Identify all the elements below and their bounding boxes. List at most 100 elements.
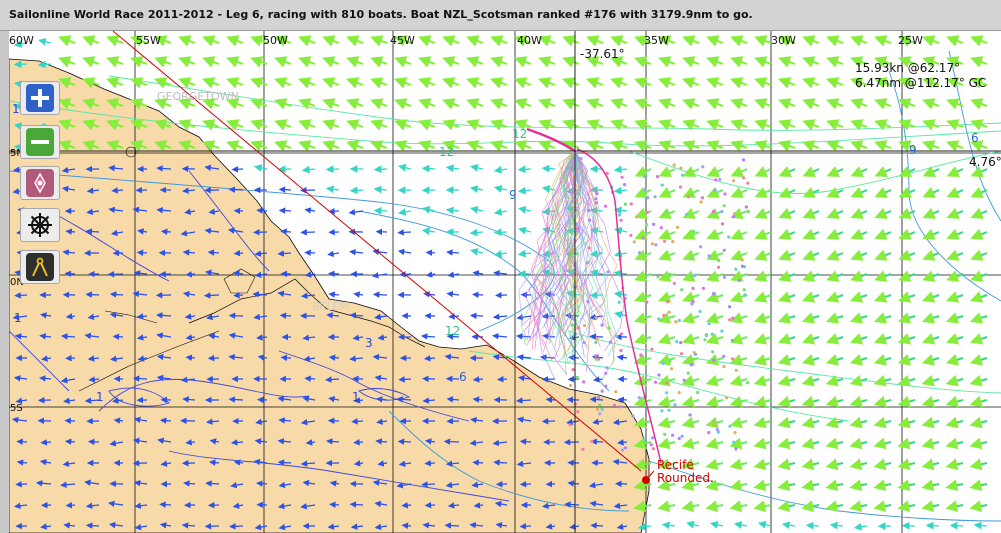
boat-position[interactable] (741, 158, 746, 162)
boat-position[interactable] (571, 323, 575, 327)
boat-position[interactable] (623, 446, 628, 450)
boat-position[interactable] (594, 197, 598, 201)
boat-position[interactable] (583, 323, 587, 328)
boat-position[interactable] (597, 396, 601, 400)
boat-position[interactable] (713, 188, 717, 192)
boat-position[interactable] (570, 253, 574, 257)
boat-position[interactable] (587, 246, 591, 250)
boat-position[interactable] (575, 227, 579, 231)
boat-position[interactable] (691, 193, 695, 197)
boat-position[interactable] (668, 272, 672, 276)
boat-position[interactable] (617, 213, 621, 217)
boat-position[interactable] (646, 196, 650, 200)
boat-position[interactable] (689, 274, 693, 278)
boat-position[interactable] (724, 396, 729, 400)
boat-position[interactable] (734, 368, 738, 372)
boat-position[interactable] (643, 188, 647, 192)
boat-position[interactable] (598, 403, 602, 407)
boat-position[interactable] (668, 359, 672, 363)
boat-position[interactable] (652, 222, 656, 226)
boat-position[interactable] (686, 371, 690, 375)
boat-position[interactable] (746, 181, 750, 185)
boat-position[interactable] (676, 225, 680, 229)
boat-position[interactable] (645, 210, 650, 214)
zoom-out-button[interactable] (20, 125, 60, 159)
boat-position[interactable] (594, 354, 598, 358)
boat-position[interactable] (728, 318, 732, 322)
boat-position[interactable] (742, 288, 746, 292)
boat-position[interactable] (744, 205, 749, 209)
boat-position[interactable] (645, 223, 649, 227)
boat-position[interactable] (720, 210, 724, 214)
boat-position[interactable] (717, 258, 721, 263)
boat-position[interactable] (699, 200, 703, 204)
boat-position[interactable] (722, 204, 726, 208)
boat-position[interactable] (707, 431, 711, 435)
boat-position[interactable] (696, 390, 700, 395)
boat-position[interactable] (645, 300, 649, 304)
zoom-in-button[interactable] (20, 81, 60, 115)
boat-position[interactable] (582, 380, 586, 384)
boat-position[interactable] (660, 183, 664, 187)
boat-position[interactable] (690, 256, 694, 261)
boat-position[interactable] (576, 410, 580, 414)
boat-position[interactable] (742, 176, 746, 180)
boat-position[interactable] (569, 383, 573, 388)
boat-position[interactable] (665, 391, 669, 395)
boat-position[interactable] (629, 202, 633, 206)
boat-position[interactable] (731, 357, 735, 361)
boat-position[interactable] (654, 380, 658, 384)
boat-position[interactable] (606, 270, 610, 274)
boat-position[interactable] (746, 209, 750, 214)
boat-position[interactable] (731, 316, 735, 320)
boat-position[interactable] (663, 432, 667, 436)
boat-position[interactable] (620, 448, 625, 452)
boat-position[interactable] (639, 353, 643, 357)
boat-position[interactable] (740, 264, 745, 268)
boat-position[interactable] (692, 351, 696, 355)
boat-position[interactable] (594, 201, 599, 205)
boat-position[interactable] (718, 177, 722, 181)
boat-position[interactable] (685, 213, 689, 217)
boat-position[interactable] (703, 338, 707, 342)
boat-position[interactable] (679, 341, 683, 345)
center-boat-button[interactable] (20, 166, 60, 200)
boat-position[interactable] (660, 409, 664, 413)
boat-position[interactable] (608, 340, 613, 344)
boat-position[interactable] (666, 300, 670, 304)
boat-position[interactable] (727, 235, 731, 239)
boat-position[interactable] (588, 218, 592, 222)
boat-position[interactable] (650, 347, 654, 351)
boat-position[interactable] (629, 233, 633, 237)
boat-position[interactable] (595, 316, 599, 320)
boat-position[interactable] (604, 384, 608, 388)
steering-wheel-button[interactable] (20, 208, 60, 242)
boat-position[interactable] (575, 375, 579, 380)
boat-position[interactable] (663, 239, 667, 243)
boat-position[interactable] (714, 178, 718, 182)
boat-position[interactable] (699, 245, 703, 249)
boat-position[interactable] (596, 407, 600, 411)
boat-position[interactable] (665, 381, 669, 385)
boat-position[interactable] (614, 390, 618, 394)
boat-position[interactable] (619, 348, 623, 353)
boat-position[interactable] (677, 391, 681, 395)
boat-position[interactable] (635, 215, 639, 219)
boat-position[interactable] (586, 260, 590, 264)
boat-position[interactable] (667, 310, 671, 314)
boat-position[interactable] (734, 267, 738, 271)
boat-position[interactable] (670, 367, 674, 371)
boat-position[interactable] (677, 436, 681, 441)
boat-position[interactable] (617, 300, 621, 304)
boat-position[interactable] (594, 340, 598, 344)
boat-position[interactable] (620, 332, 624, 336)
boat-position[interactable] (586, 299, 590, 304)
boat-position[interactable] (598, 412, 602, 416)
boat-position[interactable] (722, 364, 726, 369)
map-canvas[interactable] (9, 31, 1001, 533)
boat-position[interactable] (672, 281, 676, 285)
boat-position[interactable] (620, 175, 624, 179)
boat-position[interactable] (654, 243, 658, 247)
boat-position[interactable] (745, 381, 750, 385)
boat-position[interactable] (662, 313, 666, 317)
